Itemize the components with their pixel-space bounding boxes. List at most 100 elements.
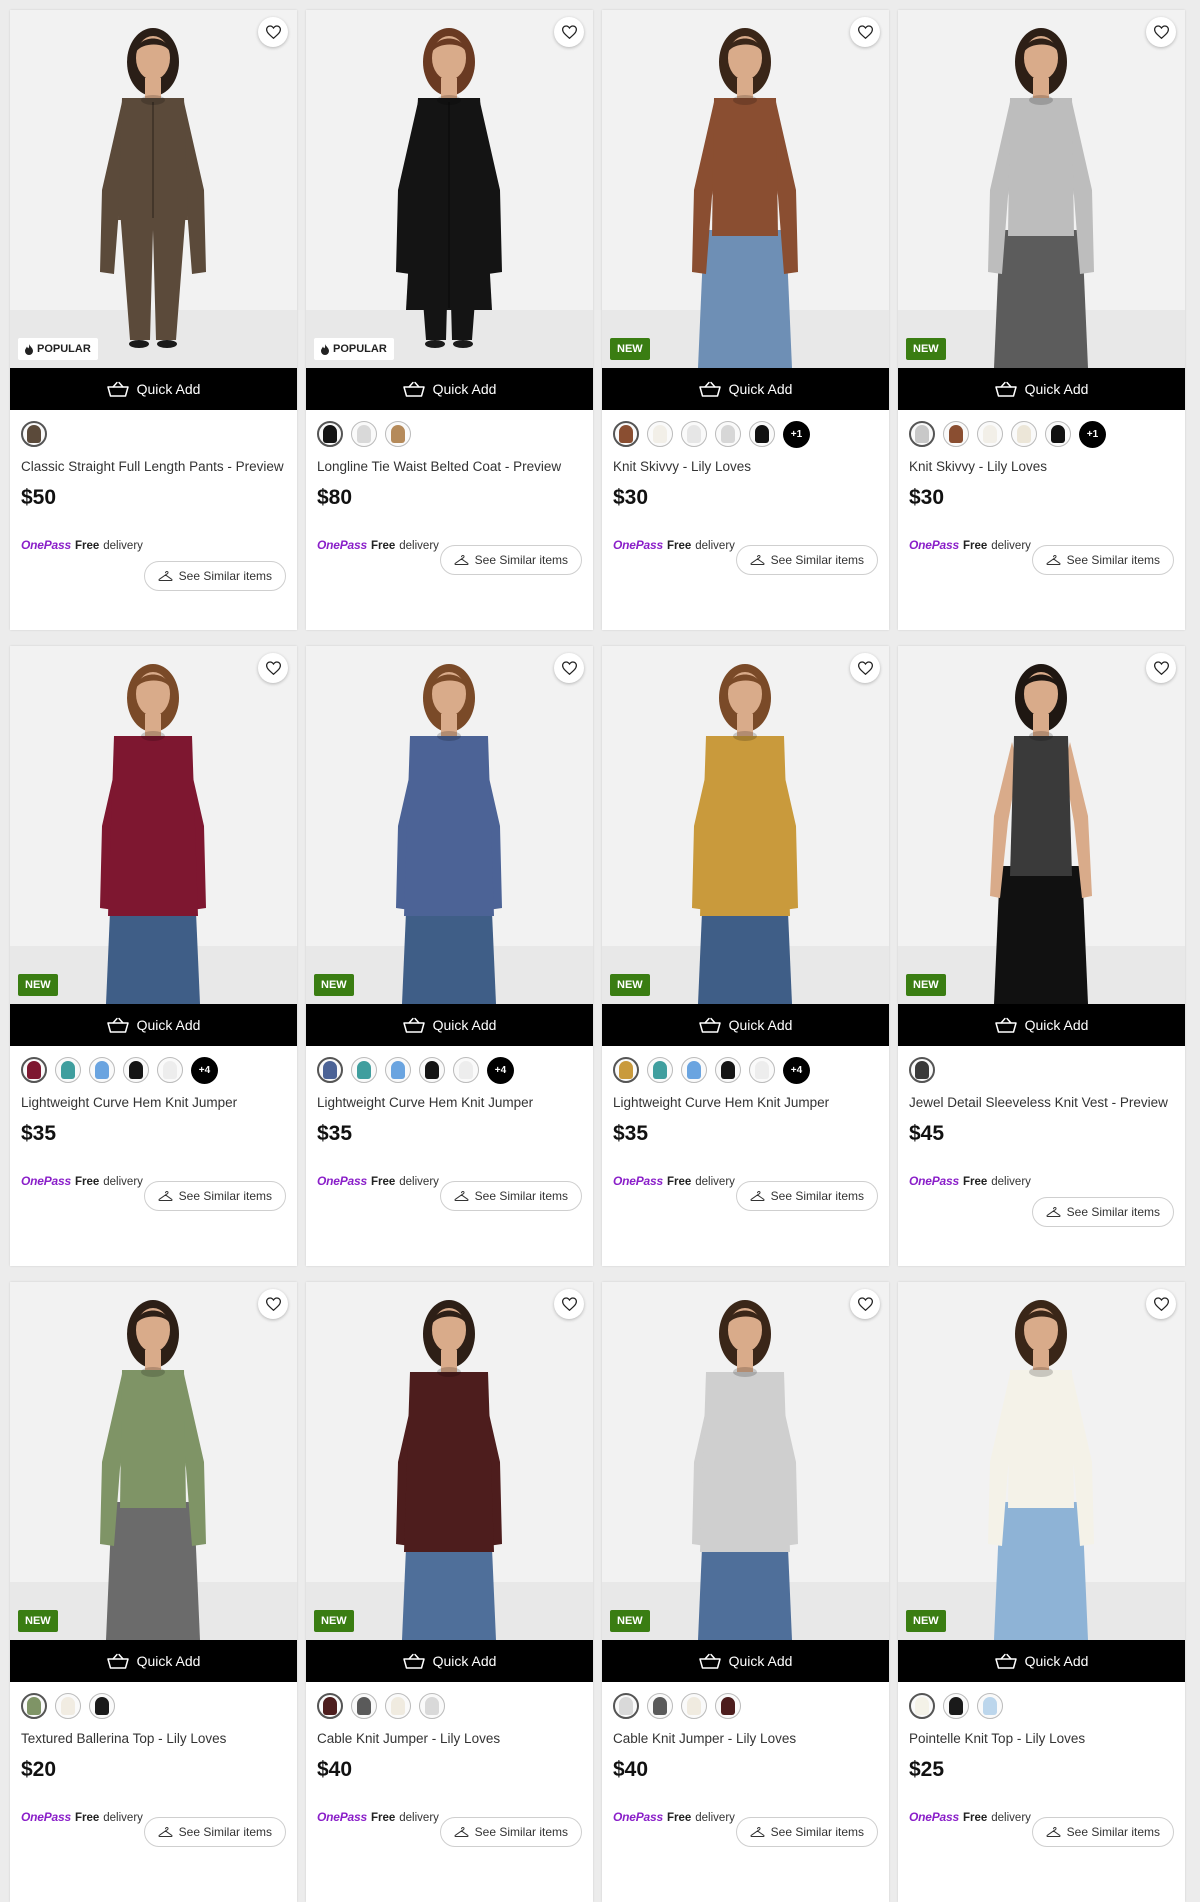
see-similar-button[interactable]: See Similar items [735, 1181, 878, 1211]
quick-add-button[interactable]: Quick Add [10, 1640, 297, 1682]
color-swatch[interactable] [715, 1057, 741, 1083]
see-similar-button[interactable]: See Similar items [439, 1817, 582, 1847]
product-image[interactable]: NEW [10, 1282, 297, 1640]
product-name[interactable]: Lightweight Curve Hem Knit Jumper [613, 1094, 878, 1112]
product-card[interactable]: NEW Quick Add +1 Knit Skivvy - Lily Love… [602, 10, 889, 630]
color-swatch[interactable] [943, 1693, 969, 1719]
color-swatch[interactable] [385, 1693, 411, 1719]
quick-add-button[interactable]: Quick Add [306, 1640, 593, 1682]
color-swatch[interactable] [1011, 421, 1037, 447]
color-swatch[interactable] [977, 1693, 1003, 1719]
quick-add-button[interactable]: Quick Add [10, 1004, 297, 1046]
product-card[interactable]: NEW Quick Add Textured Ballerina Top - L… [10, 1282, 297, 1902]
color-swatch[interactable] [1045, 421, 1071, 447]
product-image[interactable]: POPULAR [10, 10, 297, 368]
color-swatch[interactable] [89, 1693, 115, 1719]
quick-add-button[interactable]: Quick Add [306, 1004, 593, 1046]
quick-add-button[interactable]: Quick Add [306, 368, 593, 410]
wishlist-button[interactable] [850, 1289, 880, 1319]
product-card[interactable]: NEW Quick Add +4 Lightweight Curve Hem K… [602, 646, 889, 1266]
see-similar-button[interactable]: See Similar items [1031, 545, 1174, 575]
color-swatch[interactable] [715, 1693, 741, 1719]
color-swatch[interactable] [419, 1693, 445, 1719]
see-similar-button[interactable]: See Similar items [143, 1817, 286, 1847]
color-swatch[interactable] [715, 421, 741, 447]
product-name[interactable]: Cable Knit Jumper - Lily Loves [613, 1730, 878, 1748]
product-name[interactable]: Cable Knit Jumper - Lily Loves [317, 1730, 582, 1748]
product-name[interactable]: Knit Skivvy - Lily Loves [613, 458, 878, 476]
product-card[interactable]: NEW Quick Add +1 Knit Skivvy - Lily Love… [898, 10, 1185, 630]
color-swatch[interactable] [123, 1057, 149, 1083]
color-swatch[interactable] [909, 421, 935, 447]
wishlist-button[interactable] [258, 653, 288, 683]
product-image[interactable]: POPULAR [306, 10, 593, 368]
color-swatch[interactable] [749, 1057, 775, 1083]
see-similar-button[interactable]: See Similar items [735, 545, 878, 575]
see-similar-button[interactable]: See Similar items [143, 561, 286, 591]
wishlist-button[interactable] [1146, 17, 1176, 47]
product-card[interactable]: NEW Quick Add +4 Lightweight Curve Hem K… [10, 646, 297, 1266]
color-swatch[interactable] [681, 1693, 707, 1719]
quick-add-button[interactable]: Quick Add [898, 1004, 1185, 1046]
wishlist-button[interactable] [554, 1289, 584, 1319]
product-image[interactable]: NEW [10, 646, 297, 1004]
product-card[interactable]: NEW Quick Add Jewel Detail Sleeveless Kn… [898, 646, 1185, 1266]
product-image[interactable]: NEW [602, 10, 889, 368]
color-swatch[interactable] [943, 421, 969, 447]
color-swatch[interactable] [681, 421, 707, 447]
more-colors-button[interactable]: +1 [1079, 420, 1106, 448]
color-swatch[interactable] [351, 1057, 377, 1083]
product-name[interactable]: Textured Ballerina Top - Lily Loves [21, 1730, 286, 1748]
see-similar-button[interactable]: See Similar items [439, 545, 582, 575]
color-swatch[interactable] [909, 1693, 935, 1719]
product-name[interactable]: Lightweight Curve Hem Knit Jumper [317, 1094, 582, 1112]
wishlist-button[interactable] [554, 653, 584, 683]
color-swatch[interactable] [453, 1057, 479, 1083]
product-name[interactable]: Classic Straight Full Length Pants - Pre… [21, 458, 286, 476]
wishlist-button[interactable] [554, 17, 584, 47]
color-swatch[interactable] [21, 421, 47, 447]
quick-add-button[interactable]: Quick Add [602, 1640, 889, 1682]
color-swatch[interactable] [21, 1693, 47, 1719]
product-card[interactable]: NEW Quick Add Pointelle Knit Top - Lily … [898, 1282, 1185, 1902]
quick-add-button[interactable]: Quick Add [898, 368, 1185, 410]
more-colors-button[interactable]: +4 [487, 1056, 514, 1084]
quick-add-button[interactable]: Quick Add [602, 1004, 889, 1046]
quick-add-button[interactable]: Quick Add [10, 368, 297, 410]
see-similar-button[interactable]: See Similar items [439, 1181, 582, 1211]
color-swatch[interactable] [385, 1057, 411, 1083]
see-similar-button[interactable]: See Similar items [1031, 1817, 1174, 1847]
color-swatch[interactable] [681, 1057, 707, 1083]
product-image[interactable]: NEW [306, 1282, 593, 1640]
color-swatch[interactable] [89, 1057, 115, 1083]
product-card[interactable]: POPULAR Quick Add Longline Tie Waist Bel… [306, 10, 593, 630]
color-swatch[interactable] [317, 1693, 343, 1719]
product-image[interactable]: NEW [898, 10, 1185, 368]
quick-add-button[interactable]: Quick Add [602, 368, 889, 410]
product-name[interactable]: Knit Skivvy - Lily Loves [909, 458, 1174, 476]
wishlist-button[interactable] [1146, 1289, 1176, 1319]
color-swatch[interactable] [419, 1057, 445, 1083]
color-swatch[interactable] [909, 1057, 935, 1083]
product-card[interactable]: NEW Quick Add Cable Knit Jumper - Lily L… [602, 1282, 889, 1902]
wishlist-button[interactable] [1146, 653, 1176, 683]
product-name[interactable]: Jewel Detail Sleeveless Knit Vest - Prev… [909, 1094, 1174, 1112]
color-swatch[interactable] [317, 421, 343, 447]
color-swatch[interactable] [613, 1057, 639, 1083]
color-swatch[interactable] [385, 421, 411, 447]
product-image[interactable]: NEW [898, 646, 1185, 1004]
product-image[interactable]: NEW [306, 646, 593, 1004]
product-image[interactable]: NEW [602, 1282, 889, 1640]
more-colors-button[interactable]: +1 [783, 420, 810, 448]
product-card[interactable]: NEW Quick Add +4 Lightweight Curve Hem K… [306, 646, 593, 1266]
see-similar-button[interactable]: See Similar items [735, 1817, 878, 1847]
color-swatch[interactable] [647, 421, 673, 447]
wishlist-button[interactable] [850, 653, 880, 683]
wishlist-button[interactable] [258, 17, 288, 47]
color-swatch[interactable] [977, 421, 1003, 447]
product-card[interactable]: NEW Quick Add Cable Knit Jumper - Lily L… [306, 1282, 593, 1902]
wishlist-button[interactable] [850, 17, 880, 47]
color-swatch[interactable] [157, 1057, 183, 1083]
color-swatch[interactable] [613, 421, 639, 447]
see-similar-button[interactable]: See Similar items [143, 1181, 286, 1211]
